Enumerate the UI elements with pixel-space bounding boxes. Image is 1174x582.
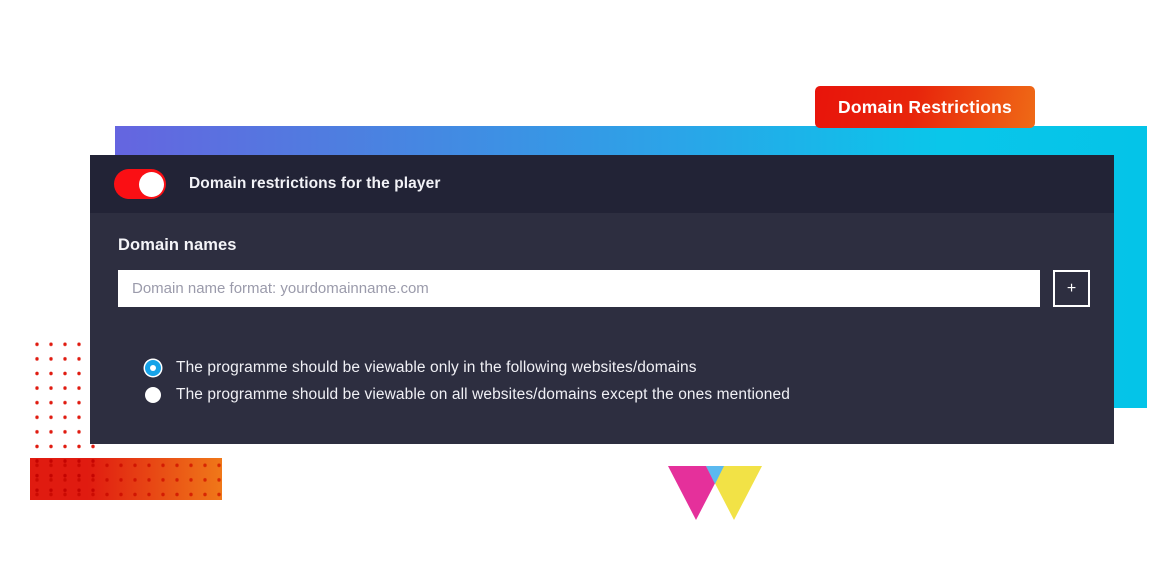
domain-names-label: Domain names xyxy=(118,236,237,254)
dot-pattern-bottom xyxy=(30,458,222,500)
radio-icon-selected xyxy=(145,360,161,376)
radio-option-deny-list[interactable]: The programme should be viewable on all … xyxy=(145,386,1090,404)
domain-name-input[interactable] xyxy=(118,270,1040,307)
toggle-knob xyxy=(138,171,164,197)
add-domain-button[interactable]: + xyxy=(1053,270,1090,307)
domain-restrictions-panel: Domain restrictions for the player Domai… xyxy=(90,155,1114,444)
brand-logo-icon xyxy=(668,466,762,520)
domain-restrictions-toggle-label: Domain restrictions for the player xyxy=(189,175,441,192)
radio-option-allow-list-label: The programme should be viewable only in… xyxy=(176,359,697,376)
domain-restrictions-toggle[interactable] xyxy=(114,169,166,199)
panel-header: Domain restrictions for the player xyxy=(90,155,1114,213)
radio-option-deny-list-label: The programme should be viewable on all … xyxy=(176,386,790,403)
panel-body: Domain names + The programme should be v… xyxy=(90,213,1114,404)
radio-option-allow-list[interactable]: The programme should be viewable only in… xyxy=(145,359,1090,377)
domain-input-row: + xyxy=(118,270,1090,307)
radio-icon-unselected xyxy=(145,387,161,403)
domain-restrictions-badge: Domain Restrictions xyxy=(815,86,1035,128)
domain-scope-radio-group: The programme should be viewable only in… xyxy=(118,359,1090,404)
